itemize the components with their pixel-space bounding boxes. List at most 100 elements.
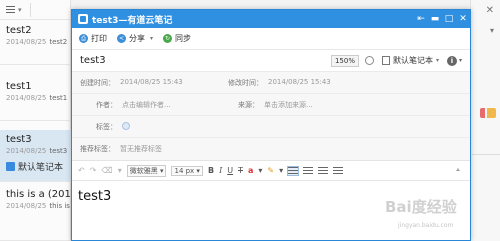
redo-icon[interactable]: ↷	[90, 166, 97, 175]
author-input[interactable]: 点击编辑作者...	[122, 100, 171, 110]
notebook-icon	[381, 56, 390, 65]
info-icon: i	[446, 55, 457, 66]
info-button[interactable]: i ▾	[446, 55, 462, 66]
list-item[interactable]: test1 2014/08/25 test1	[0, 77, 71, 121]
note-item-date: 2014/08/25	[6, 147, 47, 155]
print-icon: ⎙	[79, 34, 88, 43]
underline-icon[interactable]: U	[227, 166, 233, 175]
note-item-title: this is a (2014-08	[6, 189, 71, 200]
meta-row-tags: 标签：	[72, 116, 470, 138]
search-icon[interactable]	[364, 56, 374, 65]
close-icon[interactable]: ✕	[486, 5, 494, 16]
notebook-selector-label: 默认笔记本	[392, 56, 433, 65]
tags-label: 标签：	[96, 122, 117, 131]
title-bar[interactable]: test3—有道云笔记 ⇤ ▬ □ ✕	[72, 10, 470, 28]
created-label: 创建时间：	[80, 78, 115, 87]
add-tag-icon[interactable]	[122, 121, 130, 130]
note-item-preview: test1	[49, 94, 68, 102]
note-item-meta: 2014/08/25 test2	[6, 38, 71, 46]
list-item[interactable]: this is a (2014-08 2014/08/25this is	[0, 185, 71, 241]
chevron-down-icon[interactable]: ▾	[258, 166, 262, 175]
source-field: 来源： 单击添加来源...	[238, 100, 313, 110]
meta-row-suggested: 推荐标签： 暂无推荐标签	[72, 138, 470, 160]
chevron-down-icon[interactable]: ▾	[18, 6, 22, 14]
note-item-title: test3	[6, 134, 32, 145]
author-label: 作者：	[96, 100, 117, 109]
chevron-down-icon[interactable]: ▾	[490, 26, 494, 35]
bold-icon[interactable]: B	[208, 166, 214, 175]
window-controls: ⇤ ▬ □ ✕	[414, 10, 470, 28]
note-item-date: 2014/08/25	[6, 38, 47, 46]
share-button[interactable]: < 分享 ▾	[117, 33, 153, 44]
app-logo-icon	[78, 14, 88, 24]
window-title: test3—有道云笔记	[92, 15, 173, 26]
note-item-date: 2014/08/25	[6, 202, 47, 210]
modified-value: 2014/08/25 15:43	[268, 77, 331, 86]
font-family-select[interactable]: 微软雅黑 ▾	[126, 164, 167, 177]
italic-icon[interactable]: I	[219, 166, 222, 175]
align-justify-icon[interactable]	[333, 166, 344, 175]
undo-icon[interactable]: ↶	[78, 166, 85, 175]
list-item[interactable]: test2 2014/08/25 test2	[0, 21, 71, 65]
notebook-icon	[6, 162, 15, 171]
suggested-tags-label: 推荐标签：	[80, 145, 115, 153]
close-icon[interactable]: ✕	[456, 10, 470, 28]
note-item-meta: 2014/08/25 test1	[6, 94, 71, 102]
meta-row-times: 创建时间： 2014/08/25 15:43 修改时间： 2014/08/25 …	[72, 72, 470, 94]
modified-time: 修改时间： 2014/08/25 15:43	[228, 78, 331, 88]
minimize-icon[interactable]: ▬	[428, 10, 442, 28]
align-center-icon[interactable]	[303, 166, 314, 175]
share-icon: <	[117, 34, 126, 43]
note-item-preview: this is	[49, 202, 70, 210]
note-item-meta: 2014/08/25 this is	[6, 202, 71, 210]
font-size-select[interactable]: 14 px ▾	[171, 165, 203, 176]
maximize-icon[interactable]: □	[442, 10, 456, 28]
modified-label: 修改时间：	[228, 78, 263, 87]
strikethrough-icon[interactable]: T	[238, 166, 243, 175]
list-view-icon[interactable]	[6, 5, 15, 14]
align-right-icon[interactable]	[318, 166, 329, 175]
note-item-date: 2014/08/25	[6, 94, 47, 102]
chevron-down-icon[interactable]: ▾	[279, 166, 283, 175]
pin-icon[interactable]: ⇤	[414, 10, 428, 28]
note-metadata: 创建时间： 2014/08/25 15:43 修改时间： 2014/08/25 …	[72, 72, 470, 161]
divider	[472, 154, 500, 155]
note-list-pane: ▾ test2 2014/08/25 test2 test1 2014/08/25…	[0, 0, 71, 241]
created-time: 创建时间： 2014/08/25 15:43	[80, 78, 183, 88]
chevron-down-icon: ▾	[435, 57, 439, 64]
suggested-tags: 推荐标签： 暂无推荐标签	[80, 144, 162, 154]
suggested-tags-value: 暂无推荐标签	[120, 145, 162, 153]
notebook-selector[interactable]: 默认笔记本 ▾	[381, 55, 439, 66]
sync-button[interactable]: ↻ 同步	[163, 33, 191, 44]
note-item-preview: test2	[49, 38, 68, 46]
note-item-preview: test3	[49, 147, 68, 155]
font-size-value: 14 px	[174, 166, 195, 175]
share-label: 分享	[129, 34, 145, 43]
note-item-title: test2	[6, 25, 32, 36]
font-family-value: 微软雅黑	[129, 166, 158, 175]
chevron-down-icon[interactable]: ▾	[150, 35, 153, 42]
chevron-down-icon[interactable]: ▾	[118, 166, 122, 175]
print-button[interactable]: ⎙ 打印	[79, 33, 107, 44]
chevron-down-icon: ▾	[458, 57, 462, 64]
text-color-icon[interactable]	[480, 108, 496, 118]
list-item-selected[interactable]: test3 2014/08/25 test3 默认笔记本	[0, 130, 71, 182]
note-title-row: test3 150% 默认笔记本 ▾ i ▾	[72, 50, 470, 72]
format-painter-icon[interactable]: ⌫	[101, 166, 112, 175]
zoom-level[interactable]: 150%	[330, 54, 359, 67]
list-view-toolbar: ▾	[0, 0, 70, 20]
watermark-logo: Bai度经验	[385, 198, 457, 216]
sync-icon: ↻	[163, 34, 173, 43]
source-input[interactable]: 单击添加来源...	[264, 100, 313, 110]
note-title-field[interactable]: test3	[80, 55, 106, 66]
tags-field: 标签：	[96, 121, 130, 132]
more-options-icon[interactable]: ⩡	[456, 166, 460, 175]
divider	[29, 2, 31, 17]
watermark-url: jingyan.baidu.com	[398, 222, 454, 229]
font-color-icon[interactable]: a	[248, 166, 253, 175]
action-toolbar: ⎙ 打印 < 分享 ▾ ↻ 同步	[72, 28, 470, 50]
highlight-icon[interactable]: ✎	[267, 166, 274, 175]
align-left-icon[interactable]	[287, 165, 300, 176]
author-field: 作者： 点击编辑作者...	[96, 100, 171, 110]
note-item-notebook-label: 默认笔记本	[18, 163, 64, 173]
